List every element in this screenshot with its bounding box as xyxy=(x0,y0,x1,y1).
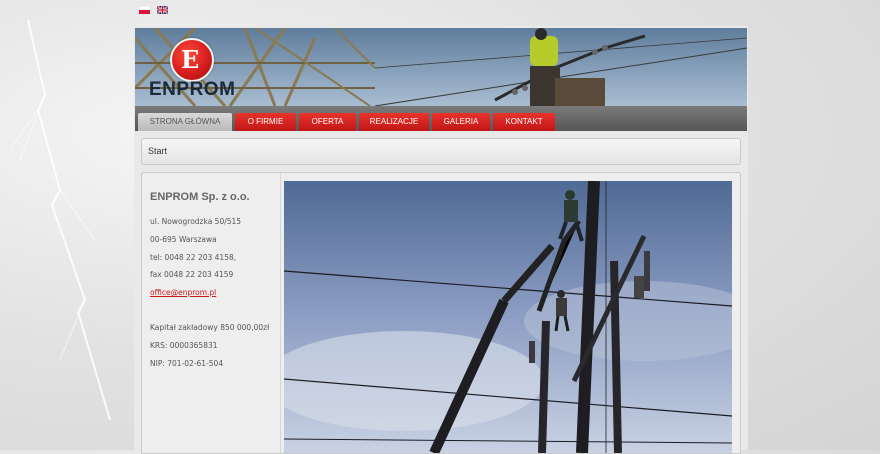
company-email-link[interactable]: office@enprom.pl xyxy=(150,288,216,297)
nav-item-o-firmie[interactable]: O FIRMIE xyxy=(235,113,296,131)
breadcrumb: Start xyxy=(141,138,741,165)
language-switcher xyxy=(139,6,168,14)
nav-item-oferta[interactable]: OFERTA xyxy=(299,113,356,131)
breadcrumb-current[interactable]: Start xyxy=(148,146,167,156)
uk-flag-icon[interactable] xyxy=(157,6,168,14)
company-name: ENPROM Sp. z o.o. xyxy=(150,191,250,203)
nav-item-galeria[interactable]: GALERIA xyxy=(432,113,490,131)
poland-flag-icon[interactable] xyxy=(139,6,150,14)
company-address: ul. Nowogrodzka 50/515 xyxy=(150,217,242,226)
company-capital: Kapitał zakładowy 850 000,00zł xyxy=(150,323,270,332)
lightning-background-decoration xyxy=(9,19,111,421)
contact-sidebar: ENPROM Sp. z o.o. ul. Nowogrodzka 50/515… xyxy=(142,173,281,453)
company-fax: fax 0048 22 203 4159 xyxy=(150,270,234,279)
nav-item-kontakt[interactable]: KONTAKT xyxy=(493,113,555,131)
logo-text[interactable]: ENPROM xyxy=(149,79,235,101)
company-city: 00-695 Warszawa xyxy=(150,235,217,244)
page-wrapper: E ENPROM STRONA GŁÓWNA O FIRMIE OFERTA R… xyxy=(134,26,748,454)
main-navigation: STRONA GŁÓWNA O FIRMIE OFERTA REALIZACJE… xyxy=(135,106,747,131)
company-phone: tel: 0048 22 203 4158, xyxy=(150,253,237,262)
power-line-workers-photo xyxy=(284,181,732,453)
company-krs: KRS: 0000365831 xyxy=(150,341,218,350)
nav-item-realizacje[interactable]: REALIZACJE xyxy=(359,113,429,131)
enprom-logo-icon[interactable]: E xyxy=(170,38,214,82)
company-nip: NIP: 701-02-61-504 xyxy=(150,359,224,368)
nav-item-strona-glowna[interactable]: STRONA GŁÓWNA xyxy=(138,113,232,131)
main-content: ENPROM Sp. z o.o. ul. Nowogrodzka 50/515… xyxy=(141,172,741,454)
main-photo xyxy=(284,181,732,453)
header-banner: E ENPROM xyxy=(135,28,747,106)
